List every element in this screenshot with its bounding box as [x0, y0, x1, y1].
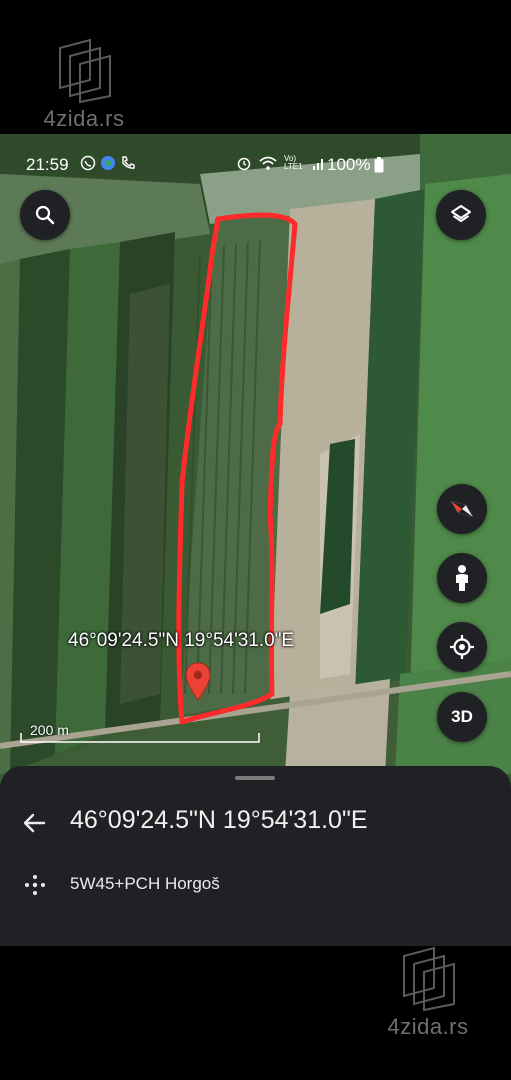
watermark-logo-icon [59, 38, 111, 104]
browser-icon [101, 156, 115, 170]
watermark-bottom: 4zida.rs [378, 946, 478, 1040]
network-type: Vo) LTE1 [284, 154, 303, 171]
3d-button[interactable]: 3D [437, 692, 487, 742]
notification-icons [80, 155, 136, 171]
watermark-text: 4zida.rs [43, 106, 125, 131]
3d-label: 3D [451, 707, 473, 726]
signal-icon [313, 159, 323, 170]
call-icon [122, 156, 135, 169]
watermark-logo-icon [403, 946, 455, 1012]
my-location-button[interactable] [437, 622, 487, 672]
search-icon [35, 205, 55, 225]
wifi-icon [259, 156, 277, 170]
status-time: 21:59 [26, 155, 69, 174]
compass-button[interactable] [437, 484, 487, 534]
street-view-button[interactable] [437, 553, 487, 603]
watermark-top: 4zida.rs [34, 38, 134, 132]
place-sheet[interactable]: 46°09'24.5"N 19°54'31.0"E 5W45+PCH Horgo… [0, 766, 511, 946]
plus-code-icon [25, 875, 45, 895]
battery-status: 100% [327, 155, 384, 175]
back-arrow-icon [23, 813, 46, 833]
viber-icon [80, 155, 96, 171]
search-button[interactable] [20, 190, 70, 240]
system-icons: Vo) LTE1 [236, 155, 326, 171]
compass-icon [450, 500, 474, 518]
my-location-icon [450, 635, 474, 659]
location-pin-icon[interactable] [185, 662, 211, 702]
alarm-icon [237, 157, 251, 171]
battery-percent: 100% [327, 155, 371, 174]
battery-icon [374, 157, 384, 173]
scale-bar: 200 m [20, 720, 260, 744]
back-button[interactable] [20, 808, 50, 838]
layers-button[interactable] [436, 190, 486, 240]
plus-code-text[interactable]: 5W45+PCH Horgoš [70, 874, 220, 894]
status-bar: 21:59 Vo) LTE1 100% [0, 150, 511, 180]
layers-icon [451, 205, 471, 222]
scale-line [20, 733, 260, 743]
watermark-text: 4zida.rs [387, 1014, 469, 1039]
pin-coordinate-label: 46°09'24.5"N 19°54'31.0"E [68, 630, 295, 651]
place-title: 46°09'24.5"N 19°54'31.0"E [70, 806, 368, 834]
pegman-icon [456, 565, 468, 591]
drag-handle[interactable] [235, 776, 275, 780]
